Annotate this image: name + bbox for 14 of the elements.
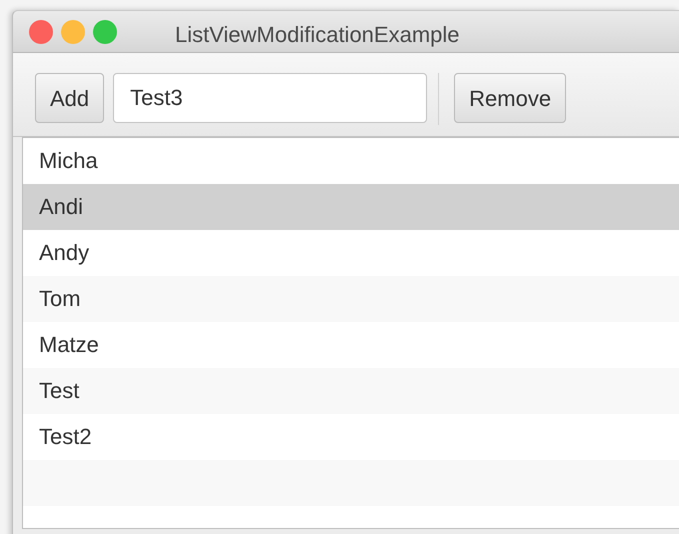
list-item[interactable]: Matze — [23, 322, 679, 368]
remove-button[interactable]: Remove — [454, 73, 566, 123]
close-button[interactable] — [29, 20, 53, 44]
list-item[interactable]: Test2 — [23, 414, 679, 460]
window-title: ListViewModificationExample — [175, 21, 460, 49]
list-item[interactable]: Tom — [23, 276, 679, 322]
add-button[interactable]: Add — [35, 73, 104, 123]
text-field[interactable]: Test3 — [113, 73, 428, 123]
list-item[interactable]: Micha — [23, 138, 679, 184]
zoom-button[interactable] — [93, 20, 117, 44]
list-item[interactable]: Andi — [23, 184, 679, 230]
minimize-button[interactable] — [61, 20, 85, 44]
list-item[interactable]: Test — [23, 368, 679, 414]
list-item[interactable]: Andy — [23, 230, 679, 276]
